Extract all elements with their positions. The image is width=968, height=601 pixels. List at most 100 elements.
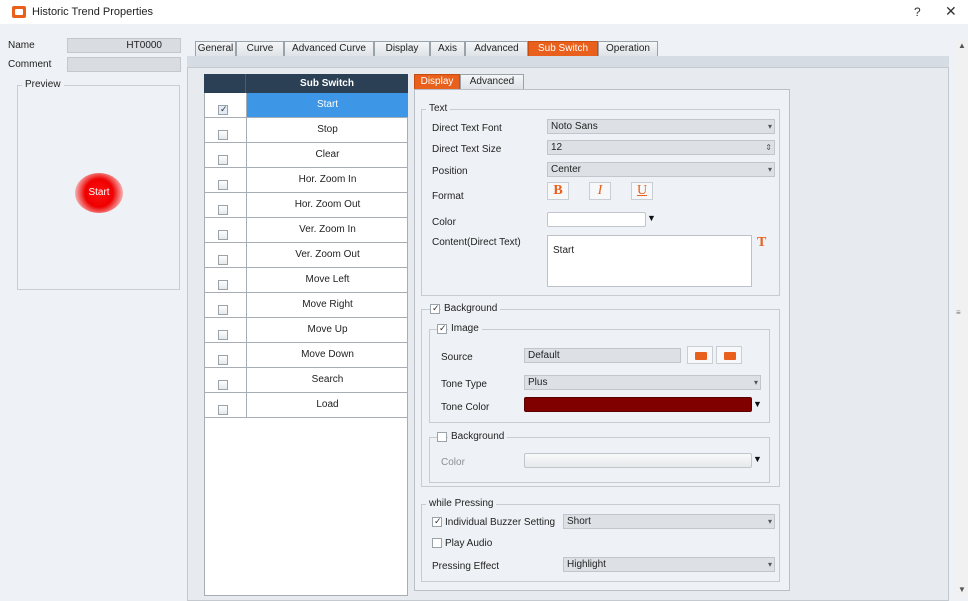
content-textarea[interactable]: Start [547, 235, 752, 287]
row-checkbox[interactable] [218, 205, 228, 215]
row-label: Move Right [246, 293, 408, 317]
row-checkbox[interactable] [218, 380, 228, 390]
row-checkbox[interactable] [218, 405, 228, 415]
tab-operation[interactable]: Operation [598, 41, 658, 56]
row-checkbox[interactable] [218, 104, 228, 115]
tab-detail-advanced[interactable]: Advanced [460, 74, 524, 89]
background-color-title: Background [448, 431, 508, 442]
tone-color-picker[interactable] [524, 397, 752, 412]
italic-button[interactable]: I [589, 182, 611, 200]
text-insert-icon[interactable]: T [757, 236, 769, 250]
row-checkbox[interactable] [218, 280, 228, 290]
name-field[interactable]: HT0000 [67, 38, 181, 53]
folder-icon [724, 352, 736, 360]
row-label: Start [246, 93, 408, 117]
chevron-down-icon: ▾ [767, 165, 772, 174]
background-color-checkbox[interactable] [437, 432, 447, 442]
play-audio-checkbox[interactable] [432, 538, 442, 548]
background-checkbox[interactable] [430, 303, 440, 314]
tab-advanced-curve[interactable]: Advanced Curve [284, 41, 374, 56]
bold-button[interactable]: B [547, 182, 569, 200]
background-group-title: Background [441, 303, 501, 314]
list-item[interactable]: Move Right [204, 293, 408, 318]
list-item[interactable]: Stop [204, 118, 408, 143]
size-value: 12 [551, 142, 563, 153]
list-item[interactable]: Search [204, 368, 408, 393]
tone-type-select[interactable]: Plus ▾ [524, 375, 761, 390]
buzzer-select[interactable]: Short ▾ [563, 514, 775, 529]
list-item[interactable]: Move Left [204, 268, 408, 293]
row-checkbox[interactable] [218, 130, 228, 140]
row-checkbox[interactable] [218, 255, 228, 265]
tab-panel-header [187, 56, 949, 68]
tone-color-dropdown-icon[interactable]: ▼ [753, 399, 762, 409]
row-label: Move Down [246, 343, 408, 367]
tab-axis[interactable]: Axis [430, 41, 465, 56]
source-field[interactable]: Default [524, 348, 681, 363]
font-select[interactable]: Noto Sans ▾ [547, 119, 775, 134]
tab-sub-switch[interactable]: Sub Switch [528, 41, 598, 56]
pressing-group-title: while Pressing [426, 498, 497, 509]
list-item[interactable]: Clear [204, 143, 408, 168]
row-checkbox[interactable] [218, 330, 228, 340]
bg-color-dropdown-icon[interactable]: ▼ [753, 454, 762, 464]
tab-display[interactable]: Display [374, 41, 430, 56]
image-edit-icon [695, 352, 707, 360]
underline-button[interactable]: U [631, 182, 653, 200]
row-checkbox[interactable] [218, 180, 228, 190]
color-dropdown-icon[interactable]: ▼ [647, 213, 656, 223]
folder-open-button[interactable] [716, 346, 742, 364]
row-label: Load [246, 393, 408, 417]
scroll-down-icon[interactable]: ▼ [958, 585, 966, 594]
list-item[interactable]: Hor. Zoom Out [204, 193, 408, 218]
buzzer-value: Short [567, 516, 591, 527]
chevron-down-icon: ▾ [767, 517, 772, 526]
pressing-effect-value: Highlight [567, 559, 606, 570]
bg-color-picker[interactable] [524, 453, 752, 468]
row-checkbox[interactable] [218, 155, 228, 165]
preview-start-button: Start [75, 173, 123, 213]
row-label: Hor. Zoom Out [246, 193, 408, 217]
list-item[interactable]: Ver. Zoom In [204, 218, 408, 243]
content-label: Content(Direct Text) [432, 237, 521, 248]
row-label: Move Left [246, 268, 408, 292]
pressing-effect-select[interactable]: Highlight ▾ [563, 557, 775, 572]
tab-general[interactable]: General [195, 41, 236, 56]
scroll-up-icon[interactable]: ▲ [958, 41, 966, 50]
row-checkbox[interactable] [218, 355, 228, 365]
help-button[interactable]: ? [914, 5, 921, 19]
text-group-title: Text [426, 103, 451, 114]
app-icon [12, 6, 26, 18]
tone-type-value: Plus [528, 377, 548, 388]
buzzer-label: Individual Buzzer Setting [445, 517, 556, 528]
format-label: Format [432, 191, 464, 202]
image-checkbox[interactable] [437, 323, 447, 334]
scroll-grip-icon[interactable]: ≡ [956, 308, 966, 317]
comment-field[interactable] [67, 57, 181, 72]
list-item[interactable]: Move Down [204, 343, 408, 368]
row-checkbox[interactable] [218, 305, 228, 315]
spinner-icon: ⇕ [765, 143, 772, 152]
source-label: Source [441, 352, 473, 363]
tab-curve[interactable]: Curve [236, 41, 284, 56]
buzzer-checkbox[interactable] [432, 516, 442, 527]
play-audio-label: Play Audio [445, 538, 493, 549]
row-checkbox[interactable] [218, 230, 228, 240]
list-item[interactable]: Ver. Zoom Out [204, 243, 408, 268]
list-item[interactable]: Start [204, 93, 408, 118]
tab-detail-display[interactable]: Display [414, 74, 460, 89]
size-stepper[interactable]: 12 ⇕ [547, 140, 775, 155]
list-item[interactable]: Move Up [204, 318, 408, 343]
size-label: Direct Text Size [432, 144, 502, 155]
close-button[interactable]: ✕ [945, 3, 957, 20]
list-item[interactable]: Hor. Zoom In [204, 168, 408, 193]
vertical-scrollbar[interactable] [955, 40, 968, 597]
chevron-down-icon: ▾ [767, 560, 772, 569]
tone-color-label: Tone Color [441, 402, 490, 413]
row-label: Move Up [246, 318, 408, 342]
position-select[interactable]: Center ▾ [547, 162, 775, 177]
image-edit-button[interactable] [687, 346, 713, 364]
list-item[interactable]: Load [204, 393, 408, 418]
text-color-picker[interactable] [547, 212, 646, 227]
tab-advanced[interactable]: Advanced [465, 41, 528, 56]
